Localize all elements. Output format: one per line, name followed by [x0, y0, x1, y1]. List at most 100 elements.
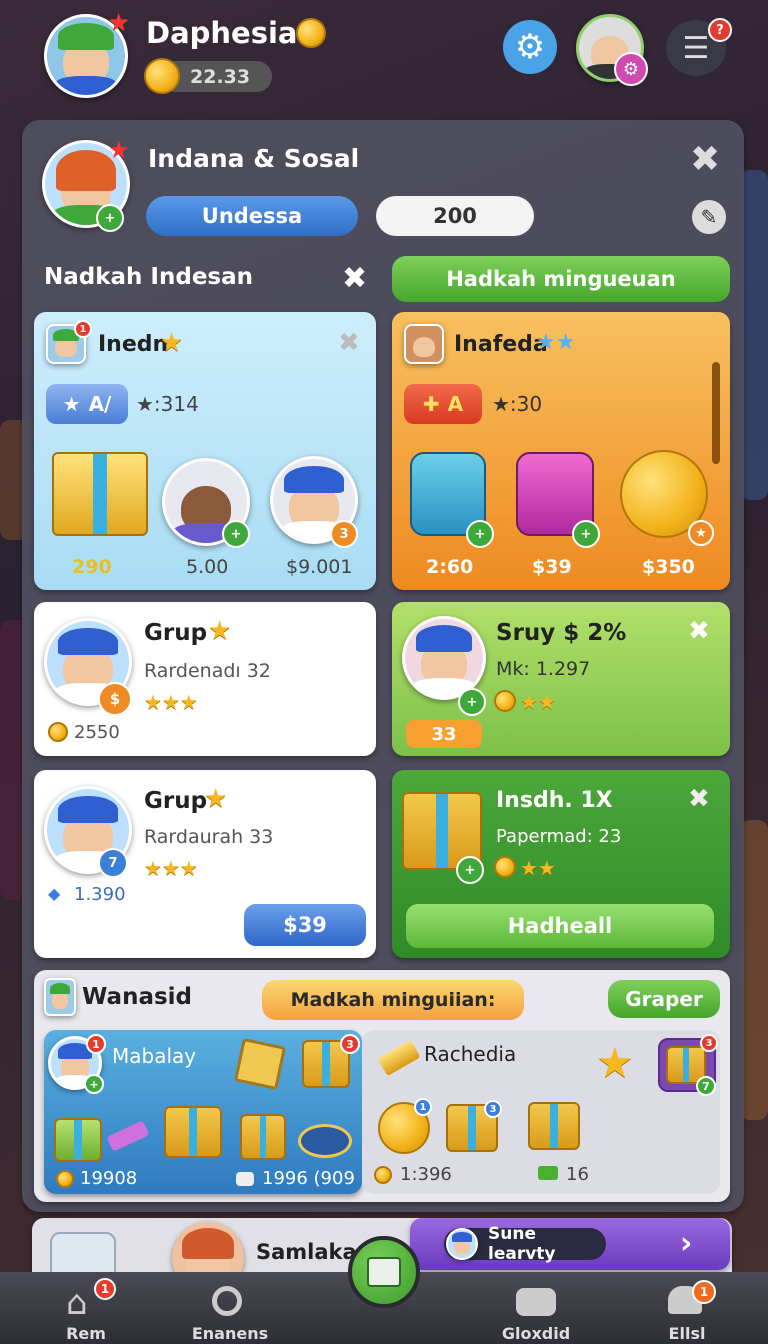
bottom-right-value-2: 16	[566, 1164, 589, 1185]
home-badge-icon: 1	[94, 1278, 116, 1300]
bottom-left-gift-2-icon	[240, 1114, 286, 1160]
card-inafeda-score: ★:30	[492, 392, 543, 416]
card-grup-1-rating-icon: ★★★	[144, 690, 198, 714]
card-insdh-name: Insdh. 1X	[496, 788, 613, 813]
card-insdh-close-icon[interactable]: ✖	[688, 786, 710, 812]
bottom-right-box-icon	[528, 1102, 580, 1150]
bottom-right-label: Rachedia	[424, 1042, 517, 1066]
card-grup-2-price-button[interactable]: $39	[244, 904, 366, 946]
card-inafeda-tag-plus-icon: ✚	[422, 392, 440, 416]
gold-bars-icon	[52, 452, 148, 536]
card-sruy-desc: Mk: 1.297	[496, 658, 591, 680]
home-icon: ⌂	[66, 1283, 88, 1323]
card-inedn-kid-add-icon[interactable]: +	[222, 520, 250, 548]
card-inafeda-value-2: $39	[532, 556, 572, 578]
friend-badge-icon: ⚙	[614, 52, 648, 86]
bottom-left-gem-icon	[236, 1172, 254, 1186]
panel-title: Indana & Sosal	[148, 144, 360, 173]
card-grup-1-star-icon: ★	[208, 616, 232, 646]
card-grup-2-desc: Rardaurah 33	[144, 826, 274, 848]
card-inedn-star-icon: ★	[160, 328, 184, 358]
card-grup-1-desc: Rardenadı 32	[144, 660, 271, 682]
tab-profile[interactable]: 1 Ellsl	[652, 1276, 722, 1344]
pink-suitcase-add-icon[interactable]: +	[572, 520, 600, 548]
tab-home-label: Rem	[66, 1324, 106, 1343]
footer-promo-avatar	[446, 1228, 478, 1260]
card-inedn-value-1: 290	[72, 556, 112, 578]
bottom-left-token-icon	[298, 1124, 352, 1158]
tab-search[interactable]: Enanens	[190, 1276, 270, 1344]
card-inafeda-scrollbar[interactable]	[712, 362, 720, 464]
footer-label: Samlaka	[256, 1240, 357, 1264]
tab-value[interactable]: 200	[376, 196, 534, 236]
card-insdh-rating-icon: ★★	[520, 856, 556, 880]
section-title: Nadkah Indesan	[44, 264, 254, 290]
search-icon	[212, 1286, 242, 1316]
card-sruy-add-icon[interactable]: +	[458, 688, 486, 716]
tab-center-shop[interactable]	[348, 1236, 420, 1308]
card-inedn-notify-icon: 1	[74, 320, 92, 338]
bottom-right-star-icon: ★	[596, 1038, 634, 1087]
settings-gear-icon[interactable]: ⚙	[503, 20, 557, 74]
card-insdh-action-button[interactable]: Hadheall	[406, 904, 714, 948]
coin-icon	[144, 58, 180, 94]
blue-suitcase-add-icon[interactable]: +	[466, 520, 494, 548]
card-grup-1-name: Grup	[144, 620, 208, 646]
card-inedn-value-3: $9.001	[286, 556, 353, 578]
bottom-left-notify-icon: 1	[86, 1034, 106, 1054]
wrench-icon[interactable]: ✎	[692, 200, 726, 234]
gamepad-icon	[516, 1288, 556, 1316]
card-insdh-coin-icon	[494, 856, 516, 878]
tab-search-label: Enanens	[191, 1324, 269, 1343]
card-inedn-close-icon[interactable]: ✖	[338, 330, 360, 356]
bottom-panel-button[interactable]: Graper	[608, 980, 720, 1018]
card-inedn-score: ★:314	[136, 392, 199, 416]
card-inafeda-tag: ✚ A	[404, 384, 482, 424]
card-inedn-tag-label: A/	[88, 392, 112, 416]
card-sruy-rating-icon: ★★	[520, 690, 556, 714]
card-insdh-add-icon[interactable]: +	[456, 856, 484, 884]
bottom-right-gift-add-icon[interactable]: 7	[696, 1076, 716, 1096]
card-sruy-name: Sruy $ 2%	[496, 620, 627, 646]
bottom-left-coin-icon	[56, 1170, 74, 1188]
bottom-left-gift-badge-icon: 3	[340, 1034, 360, 1054]
card-grup-2-rating-icon: ★★★	[144, 856, 198, 880]
card-grup-1-coins: 2550	[74, 722, 120, 743]
player-name: Daphesian	[146, 16, 319, 50]
card-sruy-close-icon[interactable]: ✖	[688, 618, 710, 644]
card-grup-2-name: Grup	[144, 788, 208, 814]
bottom-left-label: Mabalay	[112, 1044, 197, 1068]
card-insdh-desc: Papermad: 23	[496, 826, 622, 847]
card-inafeda-name: Inafeda	[454, 332, 548, 357]
card-inedn-tag-star-icon: ★	[62, 392, 81, 416]
card-inedn-value-2: 5.00	[186, 556, 229, 578]
panel-add-icon[interactable]: +	[96, 204, 124, 232]
card-grup-2-badge-icon: 7	[98, 848, 128, 878]
cash-box-icon	[164, 1106, 222, 1158]
picture-frame-icon	[233, 1037, 287, 1091]
panel-star-icon: ★	[108, 136, 130, 164]
tab-home[interactable]: ⌂ 1 Rem	[46, 1276, 126, 1344]
bottom-panel-title: Wanasid	[82, 984, 193, 1010]
tab-games[interactable]: Gloxdid	[494, 1276, 578, 1344]
card-inafeda-value-3: $350	[642, 556, 695, 578]
tab-undessa[interactable]: Undessa	[146, 196, 358, 236]
card-grup-2-gem-icon: ◆	[48, 884, 61, 903]
verified-badge-icon	[296, 18, 326, 48]
panel-close-icon[interactable]: ✖	[690, 142, 720, 178]
background-window	[740, 170, 768, 500]
card-sruy-value: 33	[406, 720, 482, 748]
card-grup-1-coin-badge-icon: $	[98, 682, 132, 716]
bottom-right-cash-badge-icon: 3	[484, 1100, 502, 1118]
bottom-panel-banner: Madkah minguiian:	[262, 980, 524, 1020]
bottom-left-add-icon[interactable]: +	[84, 1074, 104, 1094]
bottom-right-value-1: 1:396	[400, 1164, 452, 1185]
footer-promo-label: Sune learvty	[488, 1224, 556, 1264]
tab-games-label: Gloxdid	[501, 1324, 571, 1343]
footer-promo-chevron-right-icon[interactable]: ›	[680, 1226, 692, 1261]
shop-bag-icon	[367, 1257, 401, 1287]
section-action-button[interactable]: Hadkah mingueuan	[392, 256, 730, 302]
bottom-right-coin-small-icon	[374, 1166, 392, 1184]
section-close-icon[interactable]: ✖	[342, 264, 367, 294]
bottom-left-value-1: 19908	[80, 1168, 138, 1189]
